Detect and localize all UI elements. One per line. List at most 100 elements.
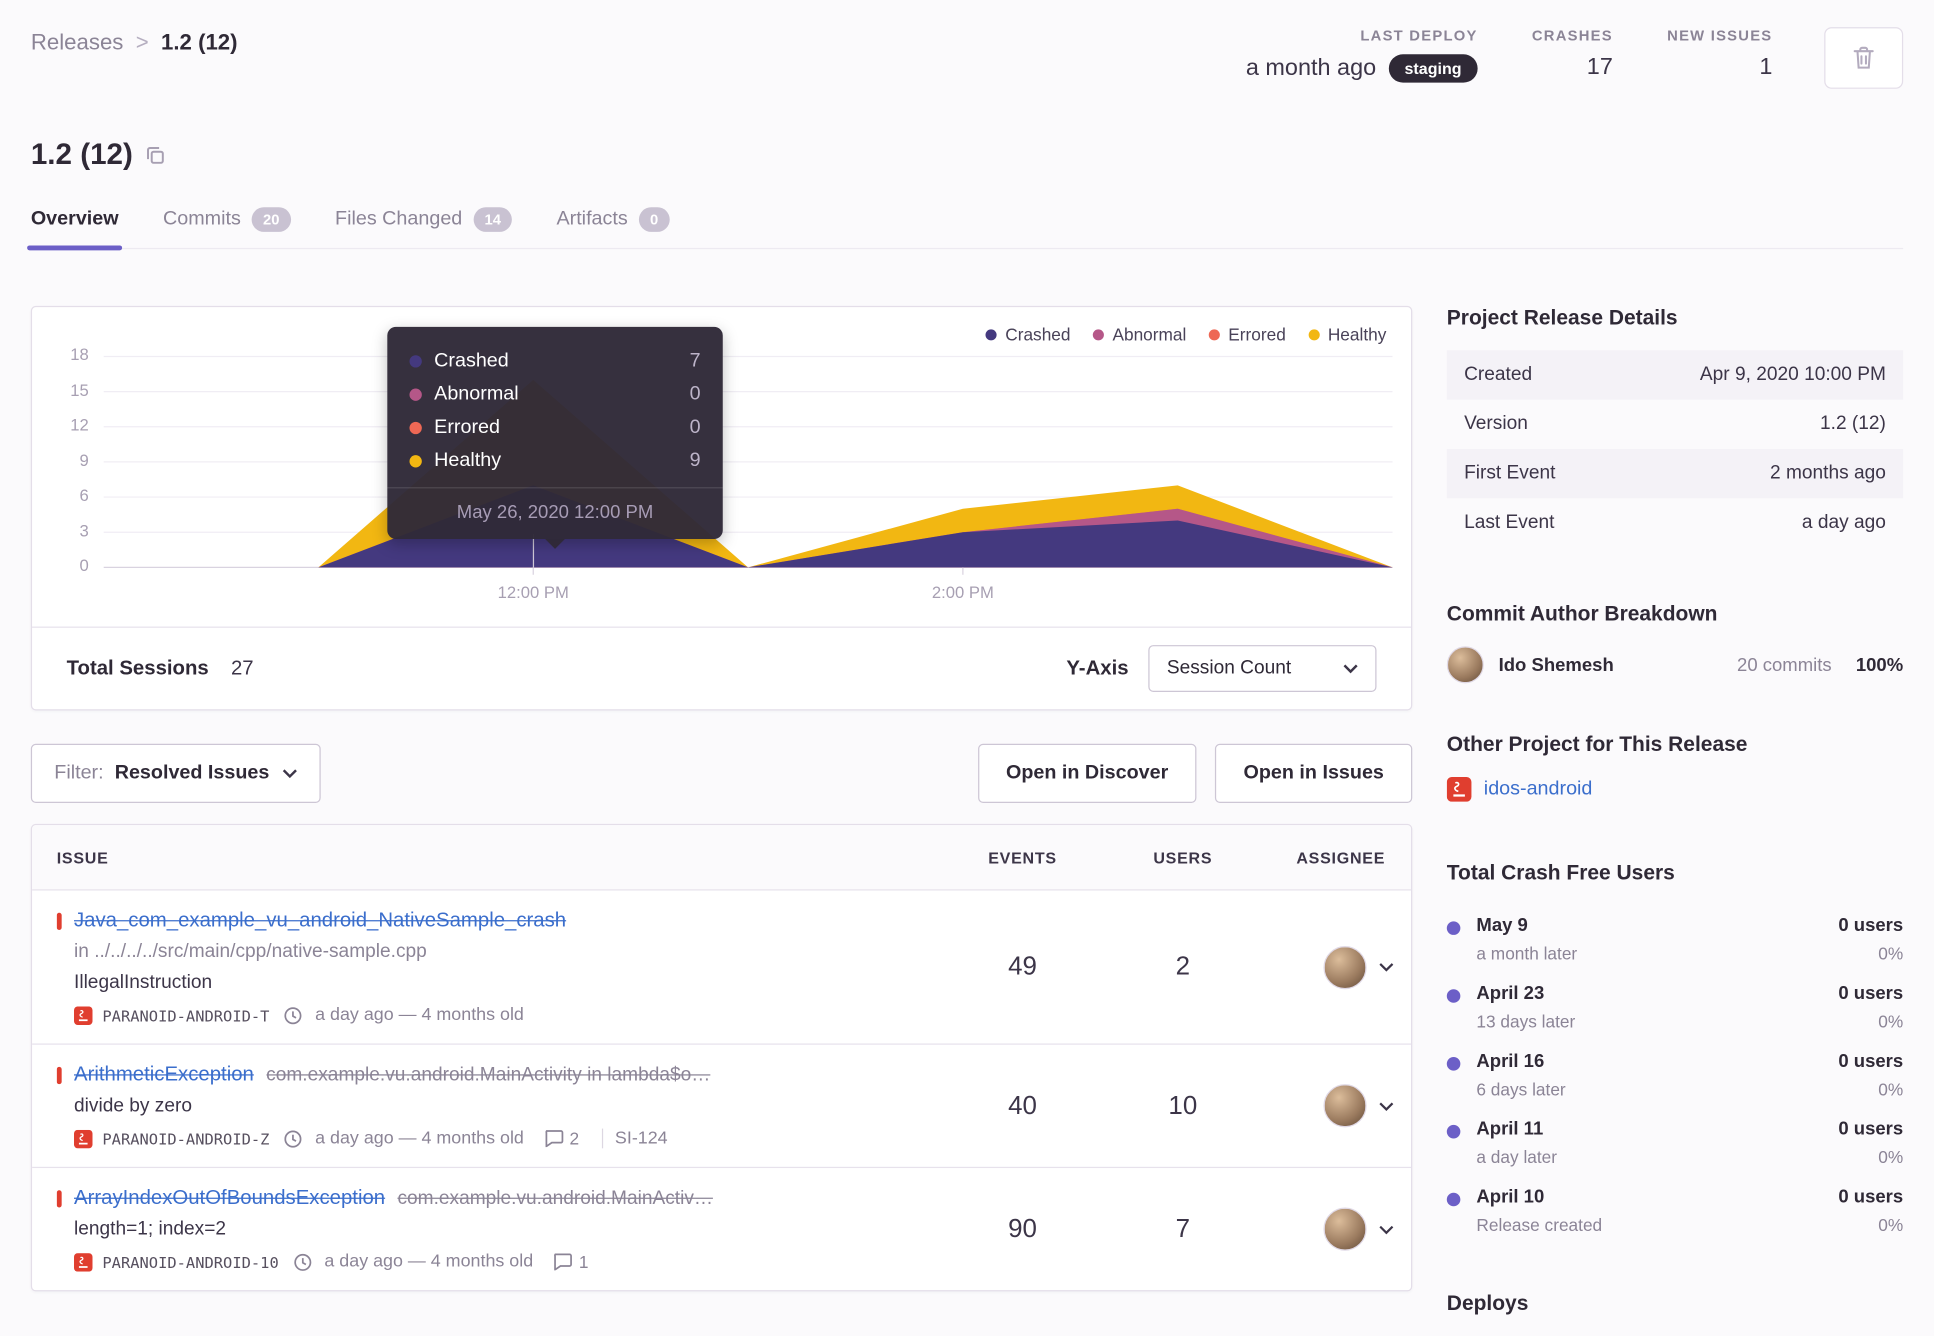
crash-free-caption: a month later <box>1476 943 1578 964</box>
comment-icon <box>545 1130 563 1148</box>
legend-item-healthy[interactable]: Healthy <box>1308 324 1386 344</box>
tooltip-timestamp: May 26, 2020 12:00 PM <box>387 487 723 539</box>
chevron-down-icon[interactable] <box>1379 1224 1394 1234</box>
crash-free-date: May 9 <box>1476 915 1528 937</box>
copy-icon <box>145 146 165 166</box>
crash-free-caption: 6 days later <box>1476 1079 1566 1099</box>
issue-message: length=1; index=2 <box>74 1218 227 1240</box>
stat-last-deploy: LAST DEPLOY a month ago staging <box>1246 27 1478 83</box>
events-count: 90 <box>1008 1214 1037 1243</box>
breadcrumb: Releases > 1.2 (12) <box>31 27 238 55</box>
y-axis-select[interactable]: Session Count <box>1148 645 1377 692</box>
x-axis-tick-label: 2:00 PM <box>931 583 994 602</box>
issue-message: divide by zero <box>74 1095 192 1117</box>
legend-item-crashed[interactable]: Crashed <box>985 324 1071 344</box>
crashed-tooltip-dot <box>409 354 422 367</box>
detail-value: Apr 9, 2020 10:00 PM <box>1699 363 1886 385</box>
issue-culprit-inline: com.example.vu.android.MainActivity in l… <box>266 1064 711 1086</box>
events-count: 49 <box>1008 952 1037 981</box>
crash-free-percent: 0% <box>1878 1079 1904 1099</box>
header-stats: LAST DEPLOY a month ago staging CRASHES … <box>1246 27 1904 89</box>
timeline-dot <box>1446 989 1461 1003</box>
tab-overview[interactable]: Overview <box>27 207 123 251</box>
open-in-discover-button[interactable]: Open in Discover <box>977 743 1197 803</box>
commit-authors-heading: Commit Author Breakdown <box>1446 601 1718 626</box>
author-percent: 100% <box>1855 654 1904 676</box>
assignee-selector[interactable] <box>1263 945 1411 989</box>
legend-item-errored[interactable]: Errored <box>1208 324 1286 344</box>
android-platform-icon <box>74 1005 93 1025</box>
column-header-assignee: ASSIGNEE <box>1296 847 1386 867</box>
legend-label: Healthy <box>1327 324 1387 345</box>
crashes-value: 17 <box>1586 54 1613 81</box>
timeline-dot <box>1446 1124 1461 1139</box>
tooltip-value: 7 <box>689 349 701 371</box>
page-title: 1.2 (12) <box>30 138 133 172</box>
author-name: Ido Shemesh <box>1498 654 1614 676</box>
delete-release-button[interactable] <box>1824 27 1904 89</box>
tab-artifacts-label: Artifacts <box>556 208 628 230</box>
y-axis-tick-label: 12 <box>70 415 89 435</box>
release-details-table: Created Apr 9, 2020 10:00 PM Version 1.2… <box>1446 350 1904 547</box>
issue-age: a day ago — 4 months old <box>315 1005 524 1025</box>
release-sidebar: Project Release Details Created Apr 9, 2… <box>1446 306 1904 1336</box>
project-slug-link[interactable]: PARANOID-ANDROID-T <box>102 1006 269 1025</box>
breadcrumb-releases-link[interactable]: Releases <box>31 30 124 56</box>
open-in-issues-button[interactable]: Open in Issues <box>1215 743 1413 803</box>
column-header-users: USERS <box>1153 847 1213 867</box>
legend-label: Abnormal <box>1112 324 1187 345</box>
tab-files-changed[interactable]: Files Changed 14 <box>335 207 513 248</box>
y-axis-tick-label: 0 <box>79 556 89 575</box>
external-issue-link[interactable]: SI-124 <box>615 1129 668 1149</box>
assignee-avatar[interactable] <box>1323 1084 1367 1128</box>
comments-count[interactable]: 2 <box>544 1129 579 1148</box>
assignee-selector[interactable] <box>1263 1084 1411 1128</box>
issue-title-link[interactable]: Java_com_example_vu_android_NativeSample… <box>74 909 566 932</box>
legend-item-abnormal[interactable]: Abnormal <box>1092 324 1187 345</box>
project-slug-link[interactable]: PARANOID-ANDROID-Z <box>102 1129 269 1148</box>
crash-free-percent: 0% <box>1878 1147 1904 1167</box>
tab-commits[interactable]: Commits 20 <box>163 207 291 248</box>
crash-free-caption: Release created <box>1476 1214 1603 1235</box>
crashes-label: CRASHES <box>1531 27 1613 45</box>
android-platform-icon <box>74 1129 93 1148</box>
comments-count[interactable]: 1 <box>553 1252 588 1272</box>
chevron-down-icon[interactable] <box>1379 1101 1394 1111</box>
issue-title-link[interactable]: ArithmeticException <box>74 1063 254 1086</box>
tooltip-value: 9 <box>689 449 701 471</box>
breadcrumb-current: 1.2 (12) <box>161 29 238 55</box>
timeline-dot <box>1446 1057 1461 1071</box>
sessions-area-chart[interactable] <box>103 342 1393 576</box>
users-count: 2 <box>1175 952 1191 981</box>
tooltip-label: Healthy <box>434 449 502 471</box>
issue-title-link[interactable]: ArrayIndexOutOfBoundsException <box>74 1187 385 1210</box>
sessions-chart-card: Crashed Abnormal Errored Healthy Crashed… <box>30 305 1413 711</box>
project-slug-link[interactable]: PARANOID-ANDROID-10 <box>102 1253 278 1272</box>
chevron-down-icon[interactable] <box>1379 962 1394 972</box>
clock-icon <box>284 1129 303 1148</box>
abnormal-tooltip-dot <box>409 387 422 401</box>
issues-filter-select[interactable]: Filter: Resolved Issues <box>30 743 322 803</box>
filter-selected-value: Resolved Issues <box>114 762 270 784</box>
tab-files-changed-count: 14 <box>473 207 513 232</box>
deploys-heading: Deploys <box>1446 1291 1529 1315</box>
assignee-selector[interactable] <box>1263 1207 1411 1251</box>
assignee-avatar[interactable] <box>1323 1207 1367 1251</box>
copy-version-button[interactable] <box>145 146 165 166</box>
other-project-link[interactable]: idos-android <box>1484 778 1593 800</box>
issue-culprit: in ../../../../src/main/cpp/native-sampl… <box>74 941 427 963</box>
new-issues-value: 1 <box>1759 54 1773 81</box>
crash-free-date: April 23 <box>1476 983 1545 1005</box>
assignee-avatar[interactable] <box>1323 945 1367 989</box>
release-header: Releases > 1.2 (12) LAST DEPLOY a month … <box>31 0 1904 89</box>
timeline-dot <box>1446 921 1461 935</box>
error-level-indicator <box>56 912 62 930</box>
other-project-row: idos-android <box>1446 777 1903 802</box>
detail-value: 1.2 (12) <box>1820 413 1886 435</box>
healthy-legend-dot <box>1308 328 1320 340</box>
crash-free-date: April 10 <box>1476 1186 1545 1208</box>
total-sessions-label: Total Sessions <box>66 656 209 679</box>
sessions-chart[interactable]: Crashed Abnormal Errored Healthy Crashed… <box>32 307 1411 628</box>
tab-artifacts[interactable]: Artifacts 0 <box>556 207 670 248</box>
tab-commits-label: Commits <box>163 208 241 230</box>
